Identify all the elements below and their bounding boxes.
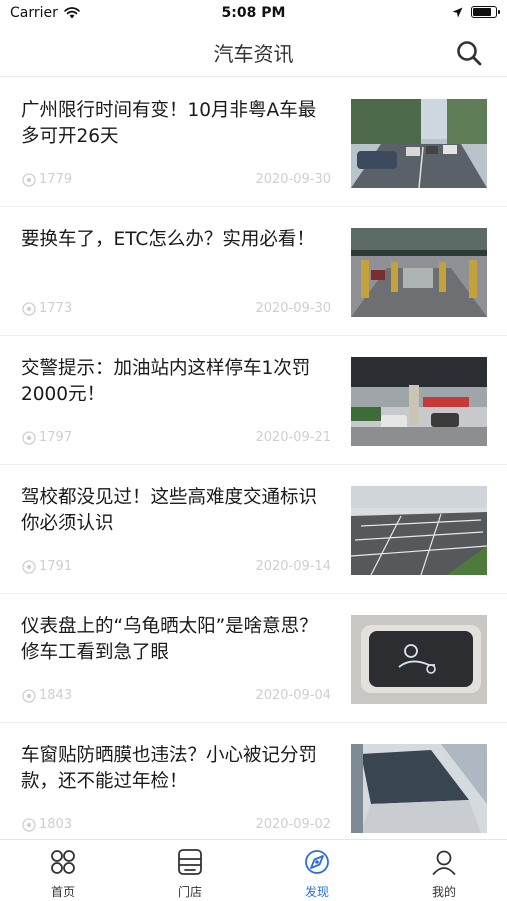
article-title: 仪表盘上的“乌龟晒太阳”是啥意思？修车工看到急了眼 bbox=[21, 616, 318, 663]
article-meta: 1779 2020-09-30 bbox=[21, 172, 331, 190]
article-title: 车窗贴防晒膜也违法？小心被记分罚款，还不能过年检！ bbox=[21, 745, 318, 792]
status-right-group bbox=[452, 6, 500, 18]
eye-icon bbox=[22, 430, 36, 445]
article-item[interactable]: 广州限行时间有变！10月非粤A车最多可开26天 1779 2020-09-30 bbox=[0, 78, 507, 207]
article-title: 驾校都没见过！这些高难度交通标识你必须认识 bbox=[21, 487, 318, 534]
search-icon[interactable] bbox=[455, 39, 483, 67]
battery-icon bbox=[471, 6, 500, 18]
article-meta: 1803 2020-09-02 bbox=[21, 817, 331, 835]
views-count: 1797 bbox=[39, 430, 73, 445]
article-date: 2020-09-30 bbox=[255, 301, 331, 316]
nav-bar: 汽车资讯 bbox=[0, 28, 507, 77]
tab-label: 门店 bbox=[177, 885, 202, 899]
article-meta: 1791 2020-09-14 bbox=[21, 559, 331, 577]
article-meta: 1843 2020-09-04 bbox=[21, 688, 331, 706]
store-icon bbox=[178, 849, 202, 875]
status-time: 5:08 PM bbox=[221, 5, 286, 21]
article-title: 要换车了，ETC怎么办？实用必看！ bbox=[21, 229, 315, 250]
article-item[interactable]: 驾校都没见过！这些高难度交通标识你必须认识 1791 2020-09-14 bbox=[0, 465, 507, 594]
article-date: 2020-09-14 bbox=[255, 559, 331, 574]
eye-icon bbox=[22, 172, 36, 187]
article-views: 1803 bbox=[21, 817, 72, 832]
eye-icon bbox=[22, 559, 36, 574]
article-thumbnail bbox=[351, 228, 487, 317]
article-item[interactable]: 要换车了，ETC怎么办？实用必看！ 1773 2020-09-30 bbox=[0, 207, 507, 336]
article-views: 1779 bbox=[21, 172, 72, 187]
article-item[interactable]: 交警提示：加油站内这样停车1次罚2000元！ 1797 2020-09-21 bbox=[0, 336, 507, 465]
article-date: 2020-09-21 bbox=[255, 430, 331, 445]
tab-home[interactable]: 首页 bbox=[0, 840, 126, 901]
status-bar: Carrier 5:08 PM bbox=[0, 0, 507, 28]
eye-icon bbox=[22, 688, 36, 703]
article-views: 1773 bbox=[21, 301, 72, 316]
battery-level bbox=[473, 8, 491, 16]
article-meta: 1797 2020-09-21 bbox=[21, 430, 331, 448]
views-count: 1773 bbox=[39, 301, 73, 316]
article-meta: 1773 2020-09-30 bbox=[21, 301, 331, 319]
tab-bar: 首页 门店 发现 我的 bbox=[0, 839, 507, 901]
eye-icon bbox=[22, 817, 36, 832]
article-thumbnail bbox=[351, 357, 487, 446]
article-thumbnail bbox=[351, 744, 487, 833]
article-date: 2020-09-02 bbox=[255, 817, 331, 832]
article-date: 2020-09-30 bbox=[255, 172, 331, 187]
profile-icon bbox=[432, 850, 456, 875]
article-views: 1797 bbox=[21, 430, 72, 445]
article-title: 交警提示：加油站内这样停车1次罚2000元！ bbox=[21, 358, 311, 405]
views-count: 1791 bbox=[39, 559, 73, 574]
views-count: 1779 bbox=[39, 172, 73, 187]
tab-label: 首页 bbox=[50, 885, 75, 899]
article-list: 广州限行时间有变！10月非粤A车最多可开26天 1779 2020-09-30 bbox=[0, 78, 507, 838]
article-views: 1791 bbox=[21, 559, 72, 574]
home-grid-icon bbox=[51, 850, 75, 874]
location-arrow-icon bbox=[452, 7, 463, 17]
article-date: 2020-09-04 bbox=[255, 688, 331, 703]
article-title: 广州限行时间有变！10月非粤A车最多可开26天 bbox=[21, 100, 317, 147]
page-title: 汽车资讯 bbox=[213, 42, 294, 66]
article-thumbnail bbox=[351, 486, 487, 575]
tab-profile[interactable]: 我的 bbox=[381, 840, 507, 901]
tab-discover[interactable]: 发现 bbox=[254, 840, 380, 901]
article-item[interactable]: 仪表盘上的“乌龟晒太阳”是啥意思？修车工看到急了眼 1843 2020-09-0… bbox=[0, 594, 507, 723]
eye-icon bbox=[22, 301, 36, 316]
views-count: 1803 bbox=[39, 817, 73, 832]
views-count: 1843 bbox=[39, 688, 73, 703]
discover-icon bbox=[305, 850, 329, 874]
tab-label: 我的 bbox=[431, 885, 456, 899]
article-thumbnail bbox=[351, 99, 487, 188]
tab-store[interactable]: 门店 bbox=[127, 840, 253, 901]
article-views: 1843 bbox=[21, 688, 72, 703]
article-thumbnail bbox=[351, 615, 487, 704]
article-item[interactable]: 车窗贴防晒膜也违法？小心被记分罚款，还不能过年检！ 1803 2020-09-0… bbox=[0, 723, 507, 838]
tab-label: 发现 bbox=[304, 885, 329, 899]
